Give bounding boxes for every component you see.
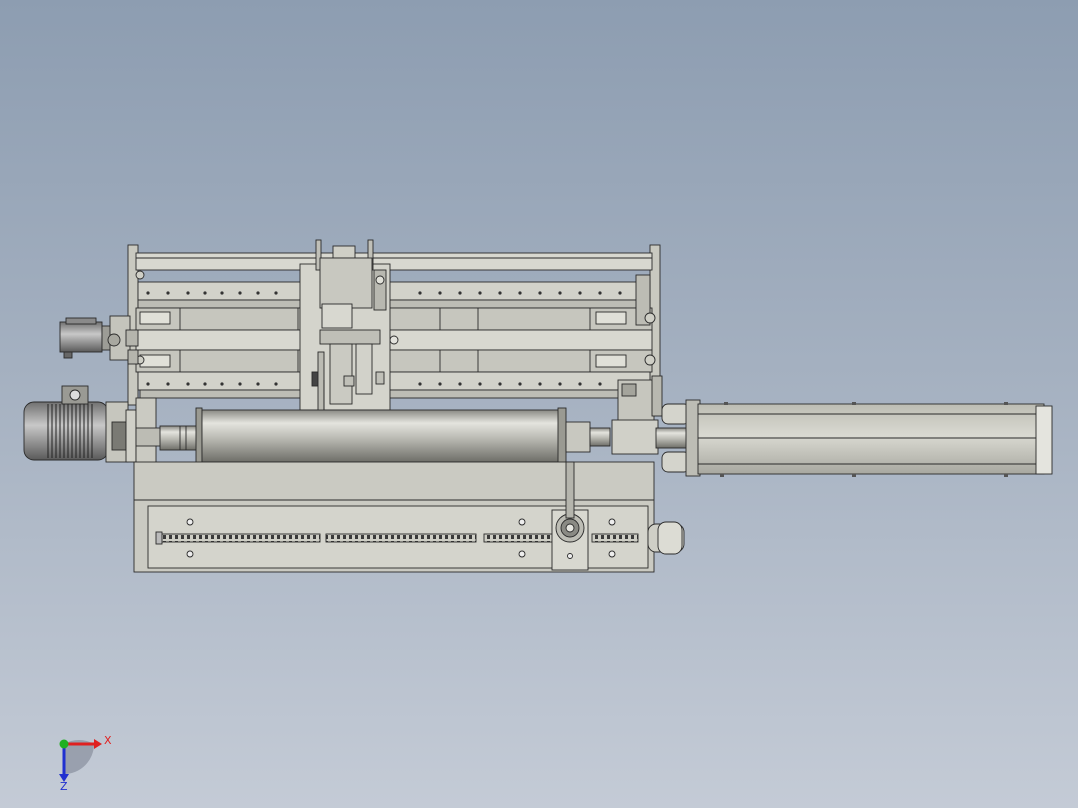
- servo-motor: [59, 315, 139, 365]
- x-axis-arrowhead: [94, 739, 102, 749]
- cad-viewport[interactable]: X Z: [0, 0, 1078, 808]
- linear-actuator: [661, 399, 1053, 477]
- z-axis-label: Z: [60, 780, 68, 793]
- base-frame: [133, 461, 685, 573]
- gantry-frame: [127, 244, 661, 406]
- center-carriage: [299, 239, 391, 418]
- x-axis-label: X: [104, 734, 112, 747]
- drive-motor: [23, 385, 137, 463]
- coordinate-triad: X Z: [59, 734, 112, 793]
- machine-drawing: X Z: [23, 239, 1053, 793]
- y-axis-dot: [59, 739, 69, 749]
- machine-assembly: [23, 239, 1053, 573]
